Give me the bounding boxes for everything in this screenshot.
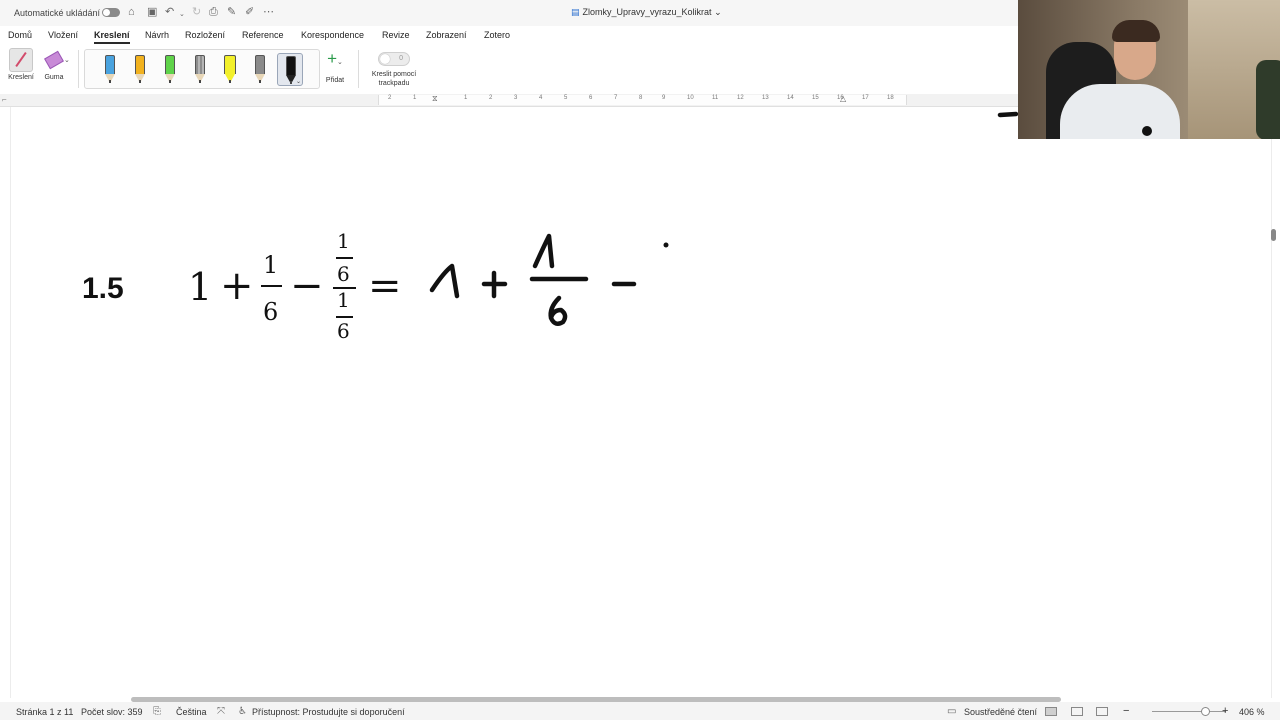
language[interactable]: Čeština (176, 707, 207, 717)
webcam-overlay (1018, 0, 1280, 139)
accessibility-status[interactable]: Přístupnost: Prostudujte si doporučení (252, 707, 405, 717)
zoom-slider-thumb[interactable] (1201, 707, 1210, 716)
ink-stroke-denominator-6 (548, 295, 568, 327)
zoom-level[interactable]: 406 % (1239, 707, 1265, 717)
zoom-out-button[interactable]: − (1123, 705, 1129, 717)
zoom-slider-track[interactable] (1152, 711, 1226, 712)
proofing-icon[interactable]: ⎘ (153, 706, 161, 717)
print-layout-view-icon[interactable] (1045, 707, 1057, 716)
webcam-background-plant (1256, 60, 1280, 139)
webcam-person-hair (1112, 20, 1160, 42)
word-count[interactable]: Počet slov: 359 (81, 707, 143, 717)
ink-stroke-edge (997, 111, 1019, 118)
focus-mode-button[interactable]: Soustředěné čtení (964, 707, 1037, 717)
webcam-person-shirt (1060, 84, 1180, 139)
lavalier-microphone (1142, 126, 1152, 136)
accessibility-icon[interactable]: ♿ (238, 706, 247, 717)
focus-icon[interactable]: ▭ (947, 706, 956, 717)
page-indicator[interactable]: Stránka 1 z 11 (16, 707, 73, 717)
status-bar: Stránka 1 z 11 Počet slov: 359 ⎘ Čeština… (0, 702, 1280, 720)
web-layout-view-icon[interactable] (1071, 707, 1083, 716)
vertical-scrollbar-thumb[interactable] (1271, 229, 1276, 241)
ink-dot (663, 242, 669, 248)
track-changes-icon[interactable]: ⤧ (217, 706, 225, 717)
read-mode-view-icon[interactable] (1096, 707, 1108, 716)
zoom-in-button[interactable]: + (1222, 705, 1228, 717)
ink-stroke-plus (481, 270, 508, 299)
ink-stroke-1 (429, 263, 460, 299)
ink-stroke-numerator-1 (532, 233, 555, 269)
